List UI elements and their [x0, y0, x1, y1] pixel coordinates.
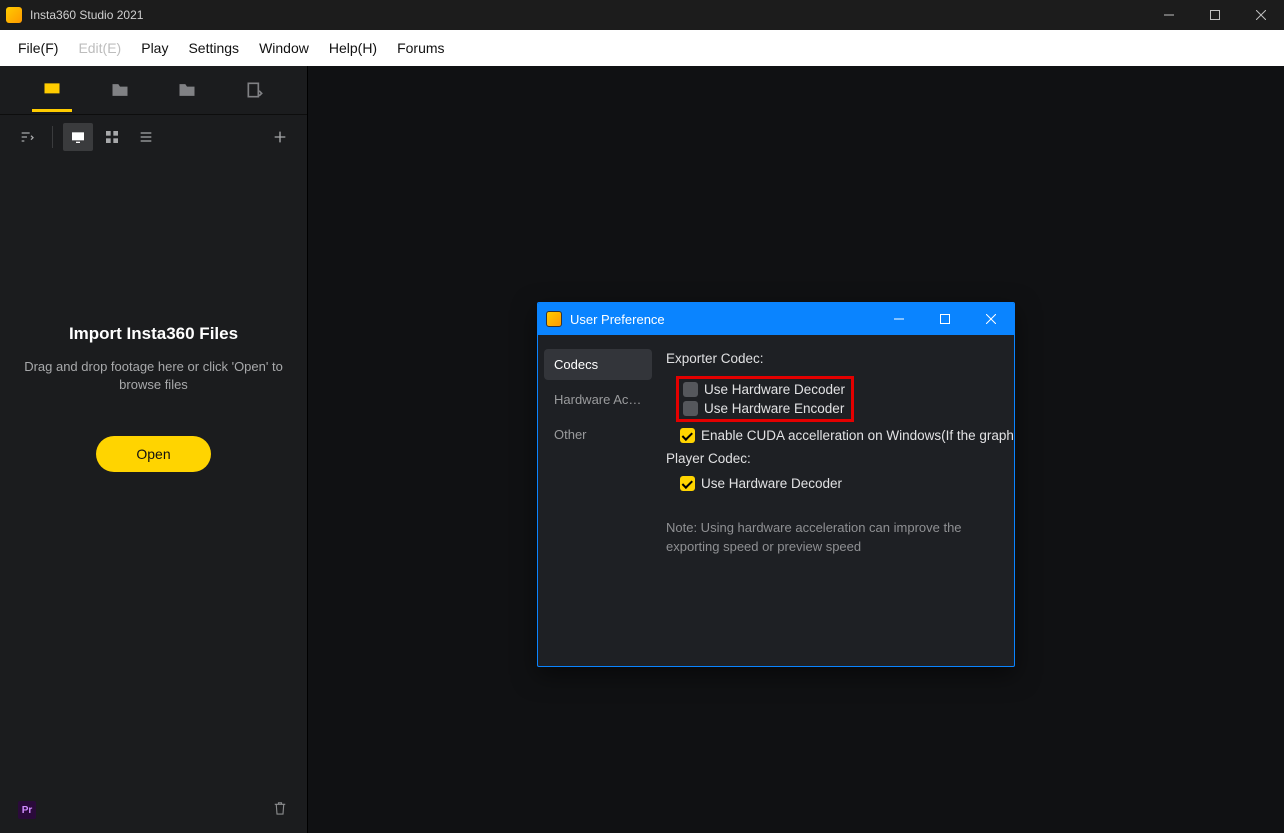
sidebar: Import Insta360 Files Drag and drop foot…: [0, 66, 308, 833]
window-maximize-button[interactable]: [1192, 0, 1238, 30]
star-folder-icon: [177, 80, 197, 100]
checkbox-hw-encoder-row[interactable]: Use Hardware Encoder: [683, 401, 845, 416]
dialog-title: User Preference: [570, 312, 665, 327]
dialog-content: Exporter Codec: Use Hardware Decoder Use…: [658, 335, 1014, 666]
exporter-codec-label: Exporter Codec:: [666, 351, 1002, 366]
close-icon: [986, 314, 996, 324]
tab-library[interactable]: [100, 70, 140, 110]
window-close-button[interactable]: [1238, 0, 1284, 30]
empty-heading: Import Insta360 Files: [69, 324, 238, 344]
sort-icon: [19, 129, 35, 145]
menu-edit: Edit(E): [78, 40, 121, 56]
checkbox-player-decoder-row[interactable]: Use Hardware Decoder: [680, 476, 1002, 491]
highlighted-options: Use Hardware Decoder Use Hardware Encode…: [676, 376, 854, 422]
menu-help[interactable]: Help(H): [329, 40, 377, 56]
player-codec-label: Player Codec:: [666, 451, 1002, 466]
dialog-maximize-button[interactable]: [922, 303, 968, 335]
minimize-icon: [1164, 10, 1174, 20]
app-titlebar: Insta360 Studio 2021: [0, 0, 1284, 30]
maximize-icon: [940, 314, 950, 324]
dialog-sidebar: Codecs Hardware Acc... Other: [538, 335, 658, 666]
checkbox-player-decoder[interactable]: [680, 476, 695, 491]
tab-export-queue[interactable]: [235, 70, 275, 110]
dialog-close-button[interactable]: [968, 303, 1014, 335]
pref-tab-other[interactable]: Other: [544, 419, 652, 450]
menu-bar: File(F) Edit(E) Play Settings Window Hel…: [0, 30, 1284, 66]
checkbox-player-decoder-label: Use Hardware Decoder: [701, 476, 842, 491]
monitor-icon: [42, 80, 62, 100]
codec-note: Note: Using hardware acceleration can im…: [666, 519, 976, 557]
plus-icon: [272, 129, 288, 145]
tab-media[interactable]: [32, 70, 72, 110]
premiere-icon[interactable]: Pr: [18, 801, 36, 819]
trash-icon: [271, 799, 289, 817]
export-list-icon: [245, 80, 265, 100]
menu-file[interactable]: File(F): [18, 40, 58, 56]
sidebar-tabstrip: [0, 66, 307, 114]
dialog-app-icon: [546, 311, 562, 327]
minimize-icon: [894, 314, 904, 324]
empty-subtext: Drag and drop footage here or click 'Ope…: [19, 358, 289, 394]
menu-window[interactable]: Window: [259, 40, 309, 56]
menu-settings[interactable]: Settings: [188, 40, 239, 56]
pref-tab-codecs[interactable]: Codecs: [544, 349, 652, 380]
app-logo-icon: [6, 7, 22, 23]
sidebar-footer: Pr: [0, 787, 307, 833]
window-minimize-button[interactable]: [1146, 0, 1192, 30]
trash-button[interactable]: [271, 799, 289, 822]
menu-forums[interactable]: Forums: [397, 40, 444, 56]
folder-icon: [110, 80, 130, 100]
preferences-dialog: User Preference Codecs Hardware Acc... O…: [537, 302, 1015, 667]
view-thumbnail-button[interactable]: [63, 123, 93, 151]
checkbox-cuda-row[interactable]: Enable CUDA accelleration on Windows(If …: [680, 428, 1002, 443]
dialog-minimize-button[interactable]: [876, 303, 922, 335]
menu-play[interactable]: Play: [141, 40, 168, 56]
checkbox-cuda-label: Enable CUDA accelleration on Windows(If …: [701, 428, 1014, 443]
checkbox-hw-encoder-label: Use Hardware Encoder: [704, 401, 844, 416]
checkbox-hw-decoder[interactable]: [683, 382, 698, 397]
grid-icon: [104, 129, 120, 145]
checkbox-hw-encoder[interactable]: [683, 401, 698, 416]
list-icon: [138, 129, 154, 145]
add-media-button[interactable]: [265, 123, 295, 151]
view-grid-button[interactable]: [97, 123, 127, 151]
app-title: Insta360 Studio 2021: [30, 8, 143, 22]
sidebar-toolbar: [0, 115, 307, 159]
view-list-button[interactable]: [131, 123, 161, 151]
tab-favorites[interactable]: [167, 70, 207, 110]
checkbox-hw-decoder-row[interactable]: Use Hardware Decoder: [683, 382, 845, 397]
dialog-titlebar: User Preference: [538, 303, 1014, 335]
empty-state: Import Insta360 Files Drag and drop foot…: [0, 159, 307, 787]
thumbnail-icon: [70, 129, 86, 145]
checkbox-cuda[interactable]: [680, 428, 695, 443]
sort-button[interactable]: [12, 123, 42, 151]
pref-tab-hardware[interactable]: Hardware Acc...: [544, 384, 652, 415]
checkbox-hw-decoder-label: Use Hardware Decoder: [704, 382, 845, 397]
maximize-icon: [1210, 10, 1220, 20]
close-icon: [1256, 10, 1266, 20]
open-button[interactable]: Open: [96, 436, 210, 472]
